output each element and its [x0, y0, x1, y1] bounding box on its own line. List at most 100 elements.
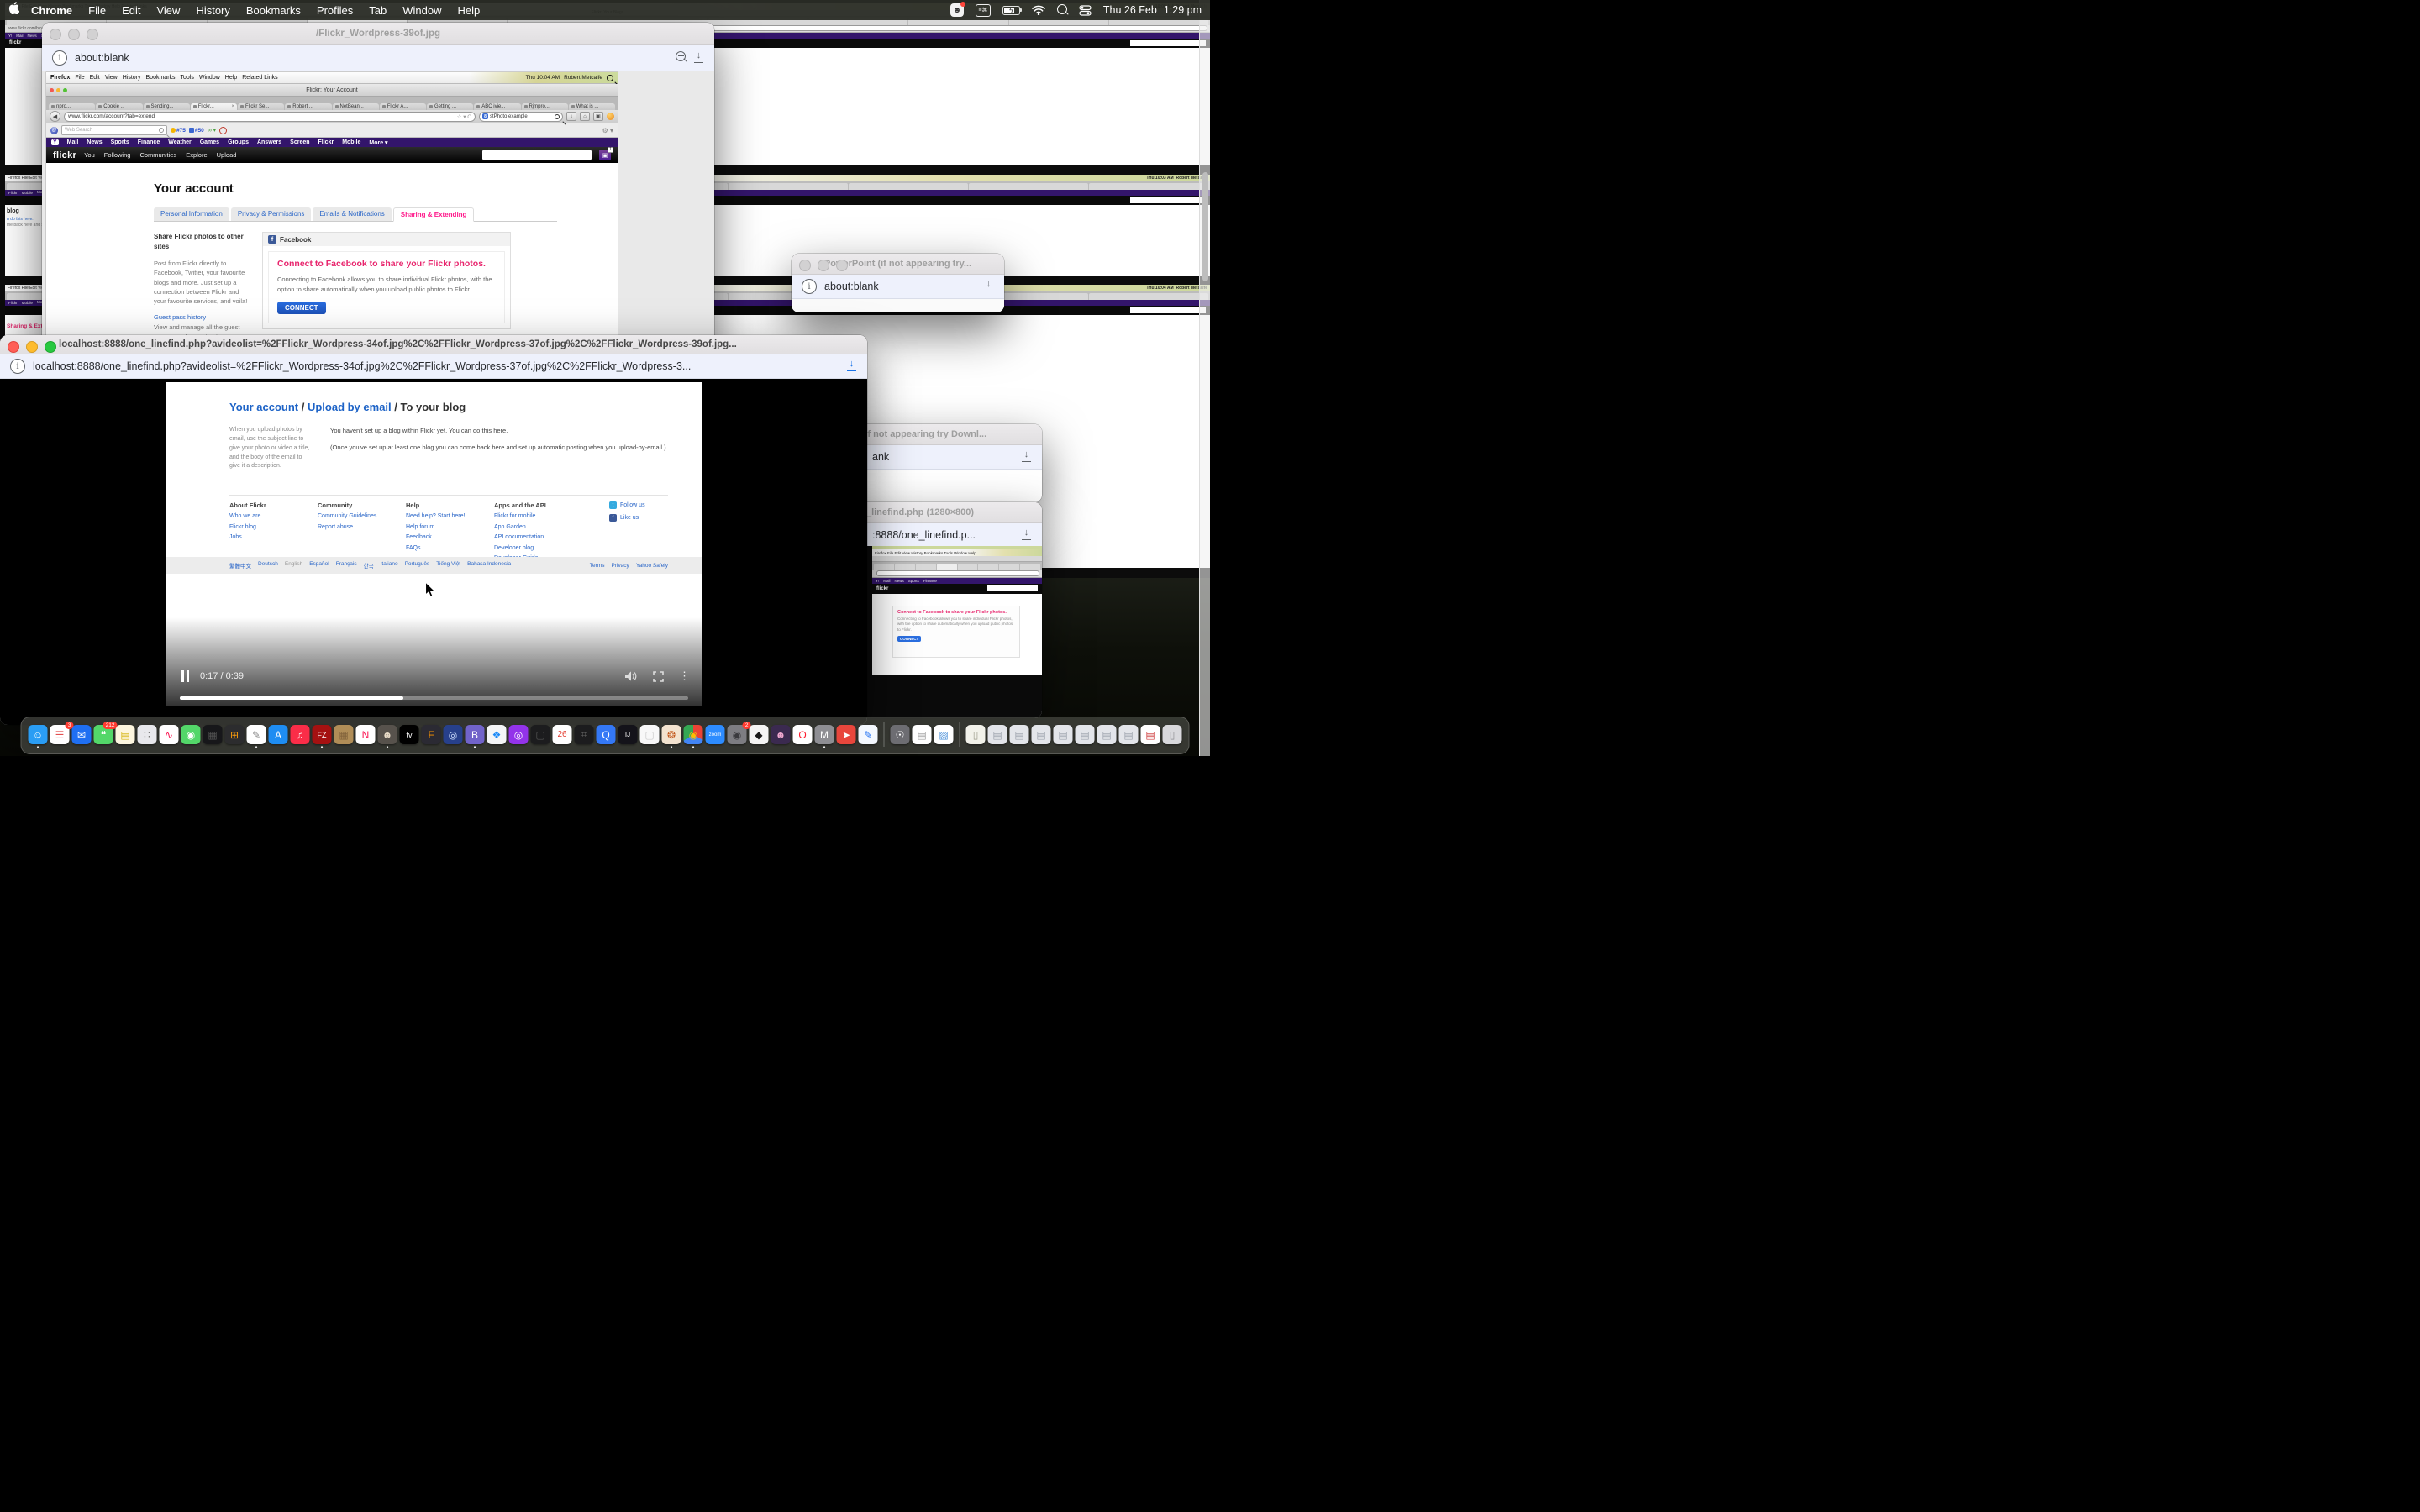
apple-tv[interactable]: tv: [400, 725, 419, 744]
yahoo-nav-item[interactable]: News: [87, 139, 102, 146]
language-link[interactable]: Tiếng Việt: [436, 561, 460, 570]
mini-connect-button[interactable]: CONNECT: [897, 636, 921, 642]
url-text[interactable]: localhost:8888/one_linefind.php?avideoli…: [33, 360, 839, 372]
footer-link[interactable]: Feedback: [406, 533, 494, 543]
flickr-nav-item[interactable]: You: [84, 151, 95, 159]
legal-link[interactable]: Yahoo Safely: [636, 563, 668, 569]
yahoo-nav-item[interactable]: Mail: [67, 139, 79, 146]
minimized-window[interactable]: ▤: [1119, 725, 1139, 744]
search-field[interactable]: 8stPhoto example: [479, 112, 563, 122]
gear-icon[interactable]: ⚙ ▾: [602, 127, 613, 134]
browser-tab[interactable]: Flickr A...: [380, 103, 426, 110]
app-panda[interactable]: ☻: [771, 725, 791, 744]
chrome[interactable]: ◉ •: [684, 725, 703, 744]
yahoo-nav-item[interactable]: More ▾: [369, 139, 387, 146]
paint-palette[interactable]: ❂ •: [662, 725, 681, 744]
yahoo-nav-item[interactable]: Groups: [228, 139, 249, 146]
footer-link[interactable]: Developer blog: [494, 543, 582, 554]
footer-link[interactable]: Report abuse: [318, 522, 406, 533]
footer-link[interactable]: Jobs: [229, 533, 318, 543]
menu-item[interactable]: Tab: [369, 4, 387, 17]
yahoo-nav-item[interactable]: Sports: [111, 139, 129, 146]
address-bar[interactable]: i about:blank: [792, 275, 1004, 299]
minimized-window[interactable]: ▤: [1054, 725, 1073, 744]
footer-link[interactable]: App Garden: [494, 522, 582, 533]
menu-item[interactable]: History: [196, 4, 229, 17]
minimized-window[interactable]: ▤: [1010, 725, 1029, 744]
yahoo-nav-item[interactable]: Answers: [257, 139, 281, 146]
footer-link[interactable]: Community Guidelines: [318, 512, 406, 522]
reminders[interactable]: 3 ☰: [50, 725, 70, 744]
language-link[interactable]: 繁體中文: [229, 561, 251, 570]
yahoo-nav-item[interactable]: Finance: [138, 139, 160, 146]
download-icon[interactable]: [983, 281, 994, 292]
menu-item[interactable]: File: [88, 4, 106, 17]
app-store[interactable]: A: [269, 725, 288, 744]
video-more-icon[interactable]: ⋮: [679, 669, 690, 683]
like-us-link[interactable]: Like us: [620, 515, 639, 521]
browser-tab[interactable]: Flickr...: [191, 103, 237, 110]
trash[interactable]: ▯: [1163, 725, 1182, 744]
opera[interactable]: O: [793, 725, 813, 744]
web-search-field[interactable]: Web Search: [61, 125, 167, 135]
language-link[interactable]: Français: [336, 561, 357, 570]
calendar[interactable]: 26: [553, 725, 572, 744]
garageband[interactable]: 2 ◉: [728, 725, 747, 744]
language-link[interactable]: Español: [309, 561, 329, 570]
download-icon[interactable]: [693, 52, 704, 64]
language-link[interactable]: Deutsch: [258, 561, 278, 570]
photos-doc[interactable]: ▨: [934, 725, 954, 744]
browser-tab[interactable]: ABC ivie...: [474, 103, 520, 110]
breadcrumb-link[interactable]: Your account: [229, 401, 298, 413]
back-button[interactable]: ◀: [50, 111, 60, 122]
info-icon[interactable]: i: [10, 359, 25, 374]
fitness[interactable]: ∿: [160, 725, 179, 744]
info-icon[interactable]: i: [52, 50, 67, 66]
minimized-window[interactable]: ▤: [1076, 725, 1095, 744]
browser-tab[interactable]: Cookie ...: [96, 103, 142, 110]
bbedit[interactable]: B •: [466, 725, 485, 744]
finder[interactable]: ☺ •: [29, 725, 48, 744]
quicktime[interactable]: Q: [597, 725, 616, 744]
menu-item[interactable]: Edit: [122, 4, 140, 17]
account-tab[interactable]: Sharing & Extending: [393, 207, 475, 222]
fullscreen-icon[interactable]: [653, 671, 664, 682]
apple-menu-icon[interactable]: [8, 2, 19, 18]
launchpad[interactable]: ∷: [138, 725, 157, 744]
menu-bar-date[interactable]: Thu 26 Feb: [1103, 4, 1157, 16]
download-icon[interactable]: [1021, 451, 1032, 463]
legal-link[interactable]: Terms: [590, 563, 605, 569]
footer-link[interactable]: Flickr for mobile: [494, 512, 582, 522]
browser-tab[interactable]: What is ...: [569, 103, 615, 110]
compass-red[interactable]: ➤: [837, 725, 856, 744]
notes[interactable]: ▤: [116, 725, 135, 744]
calculator[interactable]: ⊞: [225, 725, 245, 744]
legal-link[interactable]: Privacy: [612, 563, 629, 569]
markup[interactable]: ✎: [859, 725, 878, 744]
video-progress-track[interactable]: [180, 696, 688, 700]
inkscape[interactable]: ◆: [750, 725, 769, 744]
battery-icon[interactable]: ϟ: [1002, 6, 1020, 15]
control-center-icon[interactable]: [1079, 5, 1092, 16]
accessibility[interactable]: ☉: [891, 725, 910, 744]
url-text[interactable]: about:blank: [75, 52, 668, 64]
account-tab[interactable]: Personal Information: [154, 207, 229, 221]
traffic-lights[interactable]: [50, 29, 98, 40]
language-link[interactable]: Português: [405, 561, 430, 570]
zoom-out-icon[interactable]: [676, 50, 686, 66]
browser-tab[interactable]: Rjmpro...: [522, 103, 568, 110]
notes-doc[interactable]: ▤: [913, 725, 932, 744]
yahoo-nav-item[interactable]: Screen: [290, 139, 309, 146]
download-icon[interactable]: [846, 360, 857, 372]
menu-item[interactable]: Chrome: [31, 4, 72, 17]
terminal-dark[interactable]: ▢: [531, 725, 550, 744]
menu-bar-clock[interactable]: 1:29 pm: [1164, 4, 1202, 16]
menu-item[interactable]: Help: [458, 4, 481, 17]
status-app-icon[interactable]: ☻: [950, 3, 964, 17]
app-slash[interactable]: ◎: [444, 725, 463, 744]
browser-tab[interactable]: npro...: [49, 103, 95, 110]
footer-link[interactable]: Help forum: [406, 522, 494, 533]
toolbar-button[interactable]: ⌂: [580, 112, 590, 121]
footer-link[interactable]: Flickr blog: [229, 522, 318, 533]
yahoo-nav-item[interactable]: Games: [200, 139, 219, 146]
